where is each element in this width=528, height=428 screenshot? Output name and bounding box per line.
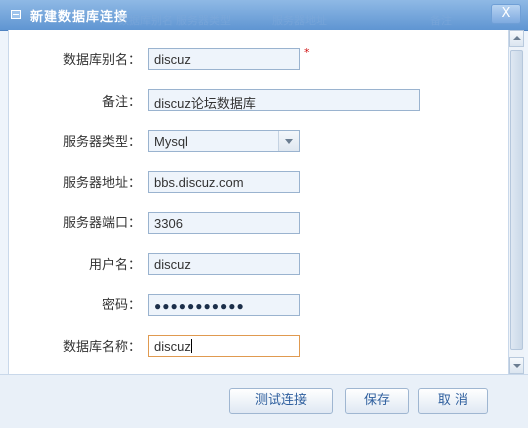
server-type-value: Mysql xyxy=(154,134,188,149)
close-button[interactable]: X xyxy=(491,4,521,24)
scroll-up-icon[interactable] xyxy=(509,30,524,47)
window-icon xyxy=(11,10,21,19)
connection-form: 数据库别名： 备注： 服务器类型： 服务器地址： 服务器端口： 用户名： 密码：… xyxy=(8,30,509,374)
ghost-header-note: 备注 xyxy=(430,14,452,27)
scroll-down-icon[interactable] xyxy=(509,357,524,374)
db-name-input[interactable]: discuz xyxy=(148,335,300,357)
server-address-value: bbs.discuz.com xyxy=(154,175,244,190)
server-type-select[interactable]: Mysql xyxy=(148,130,300,152)
alias-label: 数据库别名： xyxy=(62,53,141,68)
username-value: discuz xyxy=(154,257,191,272)
note-value: discuz论坛数据库 xyxy=(154,96,256,111)
dialog-footer: 测试连接 保存 取 消 xyxy=(0,374,528,428)
server-port-input[interactable]: 3306 xyxy=(148,212,300,234)
note-input[interactable]: discuz论坛数据库 xyxy=(148,89,420,111)
server-port-label: 服务器端口： xyxy=(62,216,141,231)
dialog-title: 新建数据库连接 xyxy=(30,10,129,25)
username-input[interactable]: discuz xyxy=(148,253,300,275)
alias-input[interactable]: discuz xyxy=(148,48,300,70)
username-label: 用户名： xyxy=(88,258,141,273)
close-icon: X xyxy=(501,6,511,21)
scroll-thumb[interactable] xyxy=(510,50,523,350)
required-mark: * xyxy=(304,46,310,59)
vertical-scrollbar[interactable] xyxy=(508,30,524,374)
test-connection-button[interactable]: 测试连接 xyxy=(229,388,333,414)
note-label: 备注： xyxy=(101,95,141,110)
chevron-down-icon[interactable] xyxy=(278,131,299,151)
new-db-connection-dialog: 新建数据库连接 数据库别名 服务器类型 服务器地址 备注 X 数据库别名： 备注… xyxy=(0,0,528,428)
server-type-label: 服务器类型： xyxy=(62,135,141,150)
ghost-header-address: 服务器地址 xyxy=(272,14,327,27)
db-name-label: 数据库名称： xyxy=(62,340,141,355)
db-name-value: discuz xyxy=(154,339,191,354)
ghost-header-type: 服务器类型 xyxy=(176,14,231,27)
server-port-value: 3306 xyxy=(154,216,183,231)
label-column: 数据库别名： 备注： 服务器类型： 服务器地址： 服务器端口： 用户名： 密码：… xyxy=(9,30,141,374)
password-label: 密码： xyxy=(101,298,141,313)
password-value: ●●●●●●●●●●● xyxy=(154,299,245,313)
text-caret xyxy=(190,339,192,353)
save-button[interactable]: 保存 xyxy=(345,388,409,414)
alias-value: discuz xyxy=(154,52,191,67)
server-address-input[interactable]: bbs.discuz.com xyxy=(148,171,300,193)
password-input[interactable]: ●●●●●●●●●●● xyxy=(148,294,300,316)
ghost-header-alias: 数据库别名 xyxy=(118,14,173,27)
cancel-button[interactable]: 取 消 xyxy=(418,388,488,414)
dialog-titlebar: 新建数据库连接 数据库别名 服务器类型 服务器地址 备注 X xyxy=(0,0,528,31)
server-address-label: 服务器地址： xyxy=(62,176,141,191)
